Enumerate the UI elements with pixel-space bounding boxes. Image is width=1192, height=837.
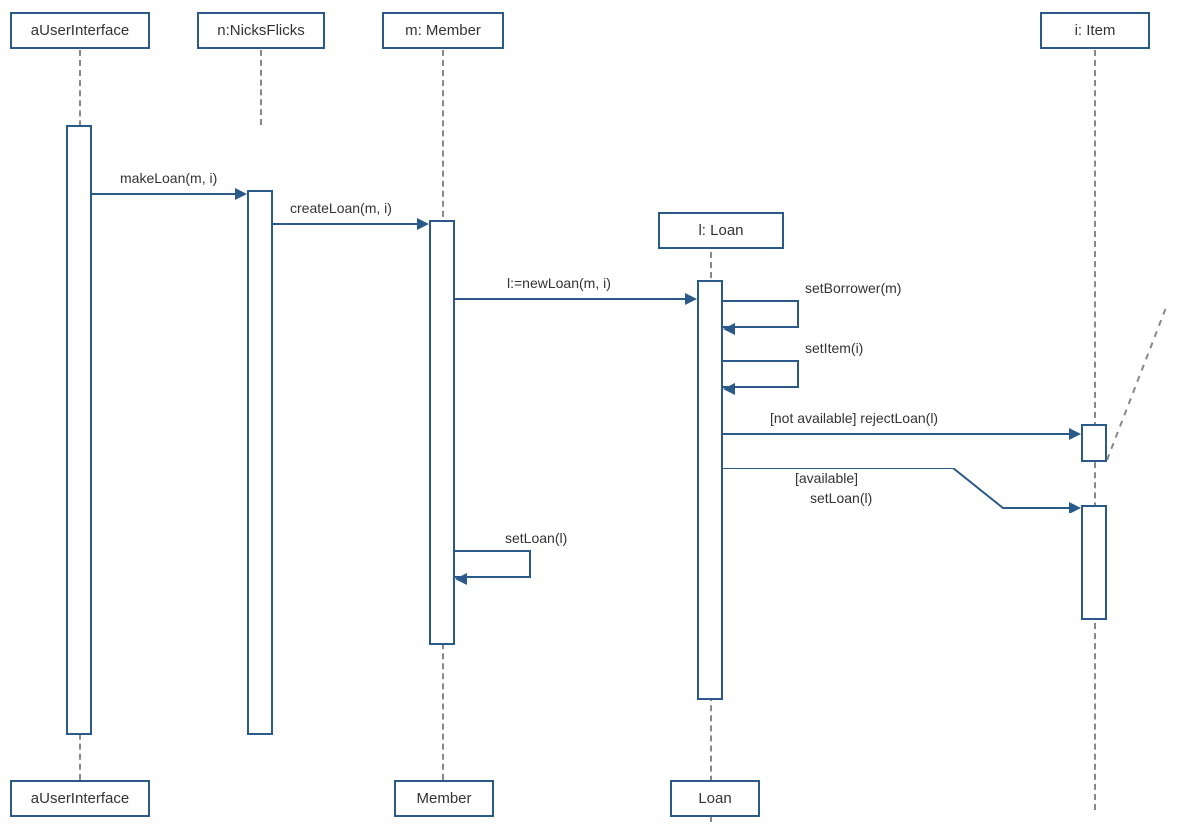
- msg-newloan-label: l:=newLoan(m, i): [507, 275, 611, 291]
- msg-setitem-label: setItem(i): [805, 340, 863, 356]
- participant-loan: l: Loan: [658, 212, 784, 249]
- arrow-makeloan: [92, 193, 237, 195]
- footer-label: aUserInterface: [31, 790, 129, 807]
- arrow-head-createloan: [417, 218, 429, 230]
- activation-ui: [66, 125, 92, 735]
- participant-label: m: Member: [405, 22, 481, 39]
- activation-loan: [697, 280, 723, 700]
- arrow-head-rejectloan: [1069, 428, 1081, 440]
- participant-nicksflicks: n:NicksFlicks: [197, 12, 325, 49]
- footer-label: Member: [416, 790, 471, 807]
- footer-loan: Loan: [670, 780, 760, 817]
- activation-item-reject: [1081, 424, 1107, 462]
- arrow-createloan: [273, 223, 419, 225]
- activation-item-setloan: [1081, 505, 1107, 620]
- participant-label: l: Loan: [698, 222, 743, 239]
- arrow-setloan-item: [723, 468, 1083, 513]
- arrow-rejectloan: [723, 433, 1071, 435]
- arrow-newloan: [455, 298, 687, 300]
- footer-label: Loan: [698, 790, 731, 807]
- participant-label: aUserInterface: [31, 22, 129, 39]
- sequence-diagram: aUserInterface n:NicksFlicks m: Member i…: [0, 0, 1192, 837]
- msg-rejectloan-label: [not available] rejectLoan(l): [770, 410, 938, 426]
- activation-nf: [247, 190, 273, 735]
- arrow-head-newloan: [685, 293, 697, 305]
- lifeline-nf: [260, 50, 262, 125]
- arrow-head-setitem: [723, 383, 735, 395]
- participant-member: m: Member: [382, 12, 504, 49]
- msg-createloan-label: createLoan(m, i): [290, 200, 392, 216]
- return-dashed: [1107, 300, 1187, 465]
- participant-label: n:NicksFlicks: [217, 22, 305, 39]
- footer-user-interface: aUserInterface: [10, 780, 150, 817]
- participant-item: i: Item: [1040, 12, 1150, 49]
- footer-member: Member: [394, 780, 494, 817]
- activation-member: [429, 220, 455, 645]
- participant-user-interface: aUserInterface: [10, 12, 150, 49]
- arrow-head-setloan-member: [455, 573, 467, 585]
- arrow-head-setborrower: [723, 323, 735, 335]
- participant-label: i: Item: [1075, 22, 1116, 39]
- msg-makeloan-label: makeLoan(m, i): [120, 170, 217, 186]
- msg-setloan-member-label: setLoan(l): [505, 530, 567, 546]
- arrow-head-makeloan: [235, 188, 247, 200]
- msg-setborrower-label: setBorrower(m): [805, 280, 901, 296]
